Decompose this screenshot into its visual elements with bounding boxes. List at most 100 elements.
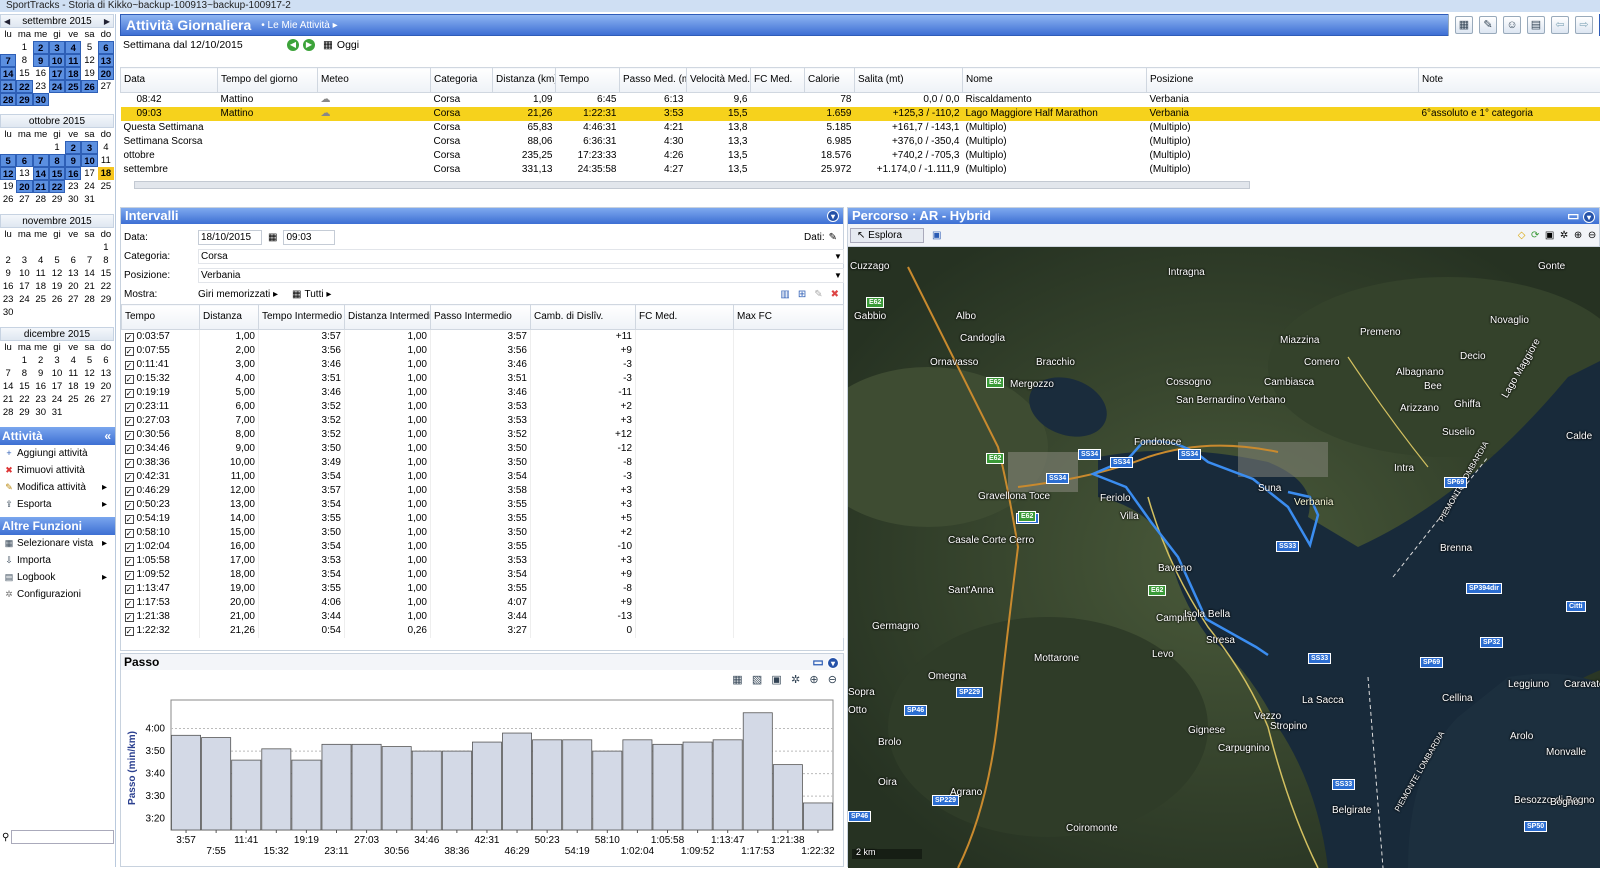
calendar-day[interactable]: 16 xyxy=(0,280,16,293)
calendar-day[interactable]: 6 xyxy=(16,154,32,167)
row-checkbox[interactable]: ✓ xyxy=(125,599,134,608)
calendar-day[interactable]: 26 xyxy=(49,293,65,306)
column-header[interactable]: Calorie xyxy=(805,68,855,93)
table-row[interactable]: ✓0:15:324,003:511,003:51-3 xyxy=(122,372,844,386)
calendar-day[interactable]: 9 xyxy=(0,267,16,280)
calendar-day[interactable]: 26 xyxy=(81,80,97,93)
column-header[interactable]: FC Med. xyxy=(636,305,734,330)
calendar-day[interactable]: 22 xyxy=(16,393,32,406)
calendar-day[interactable]: 9 xyxy=(33,367,49,380)
table-row[interactable]: ✓0:11:413,003:461,003:46-3 xyxy=(122,358,844,372)
table-row[interactable]: ✓1:13:4719,003:551,003:55-8 xyxy=(122,582,844,596)
table-row[interactable]: ✓1:09:5218,003:541,003:54+9 xyxy=(122,568,844,582)
bar[interactable] xyxy=(262,749,291,830)
bar[interactable] xyxy=(533,740,562,830)
calendar-day[interactable]: 11 xyxy=(65,54,81,67)
bar[interactable] xyxy=(232,760,261,830)
column-header[interactable]: Passo Intermedio xyxy=(431,305,531,330)
save-icon[interactable]: ▣ xyxy=(771,674,781,686)
sidebar-section-altre[interactable]: Altre Funzioni xyxy=(0,517,115,535)
table-row[interactable]: ✓0:34:469,003:501,003:50-12 xyxy=(122,442,844,456)
calendar-day[interactable]: 18 xyxy=(65,67,81,80)
calendar-day[interactable]: 17 xyxy=(49,380,65,393)
row-checkbox[interactable]: ✓ xyxy=(125,501,134,510)
calendar-day[interactable]: 22 xyxy=(49,180,65,193)
table-row[interactable]: ✓1:22:3221,260:540,263:270 xyxy=(122,624,844,638)
calendar-day[interactable]: 1 xyxy=(98,241,114,254)
calendar-day[interactable]: 14 xyxy=(81,267,97,280)
tutti-dropdown[interactable]: Tutti ▸ xyxy=(305,289,332,300)
calendar-day[interactable]: 15 xyxy=(98,267,114,280)
row-checkbox[interactable]: ✓ xyxy=(125,417,134,426)
table-row[interactable]: ✓0:50:2313,003:541,003:55+3 xyxy=(122,498,844,512)
column-header[interactable]: Velocità Med. (kph) xyxy=(687,68,751,93)
next-week-icon[interactable]: ▶ xyxy=(303,39,315,51)
calendar-day[interactable]: 4 xyxy=(65,354,81,367)
collapse-icon[interactable]: « xyxy=(104,427,111,445)
column-header[interactable]: Distanza xyxy=(200,305,259,330)
bar[interactable] xyxy=(743,713,772,830)
calendar-day[interactable]: 31 xyxy=(49,406,65,419)
calendar-day[interactable]: 16 xyxy=(33,67,49,80)
row-checkbox[interactable]: ✓ xyxy=(125,459,134,468)
calendar-day[interactable]: 27 xyxy=(65,293,81,306)
calendar-day[interactable]: 13 xyxy=(65,267,81,280)
chevron-down-icon[interactable]: ▾ xyxy=(1583,211,1595,223)
prev-month-icon[interactable]: ◀ xyxy=(4,17,10,26)
table-row[interactable]: ✓0:07:552,003:561,003:56+9 xyxy=(122,344,844,358)
calendar-day[interactable]: 13 xyxy=(98,54,114,67)
calendar-day[interactable]: 1 xyxy=(16,41,32,54)
row-checkbox[interactable]: ✓ xyxy=(125,403,134,412)
calendar-icon[interactable]: ▦ xyxy=(323,39,333,51)
column-header[interactable]: Data xyxy=(121,68,218,93)
calendar-day[interactable]: 14 xyxy=(33,167,49,180)
calendar-day[interactable]: 19 xyxy=(81,380,97,393)
bar[interactable] xyxy=(412,751,441,830)
calendar-day[interactable]: 24 xyxy=(49,80,65,93)
bar[interactable] xyxy=(563,740,592,830)
calendar-day[interactable]: 27 xyxy=(98,80,114,93)
bar[interactable] xyxy=(352,744,381,830)
calendar-day[interactable]: 6 xyxy=(98,41,114,54)
calendar-day[interactable]: 2 xyxy=(0,254,16,267)
today-button[interactable]: Oggi xyxy=(337,39,359,51)
grid-icon[interactable]: ▦ xyxy=(732,674,742,686)
calendar-day[interactable]: 3 xyxy=(49,354,65,367)
forward-arrow-icon[interactable]: ⇨ xyxy=(1575,16,1593,34)
calendar-day[interactable]: 11 xyxy=(33,267,49,280)
calendar-day[interactable]: 5 xyxy=(49,254,65,267)
calendar-day[interactable]: 26 xyxy=(0,193,16,206)
calendar-day[interactable]: 21 xyxy=(33,180,49,193)
row-checkbox[interactable]: ✓ xyxy=(125,613,134,622)
sidebar-item-modifica-attivit-[interactable]: ✎Modifica attività▸ xyxy=(0,479,115,496)
calendar-day[interactable]: 15 xyxy=(16,67,32,80)
calendar-day[interactable]: 12 xyxy=(0,167,16,180)
calendar-day[interactable]: 8 xyxy=(49,154,65,167)
table-row[interactable]: ✓1:17:5320,004:061,004:07+9 xyxy=(122,596,844,610)
calendar-day[interactable]: 24 xyxy=(81,180,97,193)
calendar-day[interactable]: 30 xyxy=(0,306,16,319)
calendar-day[interactable]: 21 xyxy=(81,280,97,293)
back-arrow-icon[interactable]: ⇦ xyxy=(1551,16,1569,34)
column-header[interactable]: Max FC xyxy=(734,305,844,330)
calendar-day[interactable]: 21 xyxy=(0,80,16,93)
table-row[interactable]: ✓0:42:3111,003:541,003:54-3 xyxy=(122,470,844,484)
sidebar-item-esporta[interactable]: ⇪Esporta▸ xyxy=(0,496,115,513)
tools-icon[interactable]: ✎ xyxy=(1479,16,1497,34)
calendar-day[interactable]: 2 xyxy=(33,354,49,367)
row-checkbox[interactable]: ✓ xyxy=(125,361,134,370)
bar[interactable] xyxy=(472,742,501,830)
marker-icon[interactable]: ◇ xyxy=(1518,230,1526,241)
bar[interactable] xyxy=(382,747,411,830)
calendar-day[interactable]: 16 xyxy=(65,167,81,180)
table-row[interactable]: ✓0:30:568,003:521,003:52+12 xyxy=(122,428,844,442)
refresh-icon[interactable]: ⟳ xyxy=(1531,230,1539,241)
bar[interactable] xyxy=(803,803,832,830)
calendar-day[interactable]: 30 xyxy=(33,406,49,419)
calendar-day[interactable]: 17 xyxy=(81,167,97,180)
calendar-day[interactable]: 28 xyxy=(81,293,97,306)
column-header[interactable]: Categoria xyxy=(431,68,493,93)
calendar-day[interactable]: 9 xyxy=(65,154,81,167)
calendar-day[interactable]: 17 xyxy=(16,280,32,293)
time-field[interactable]: 09:03 xyxy=(283,230,335,245)
